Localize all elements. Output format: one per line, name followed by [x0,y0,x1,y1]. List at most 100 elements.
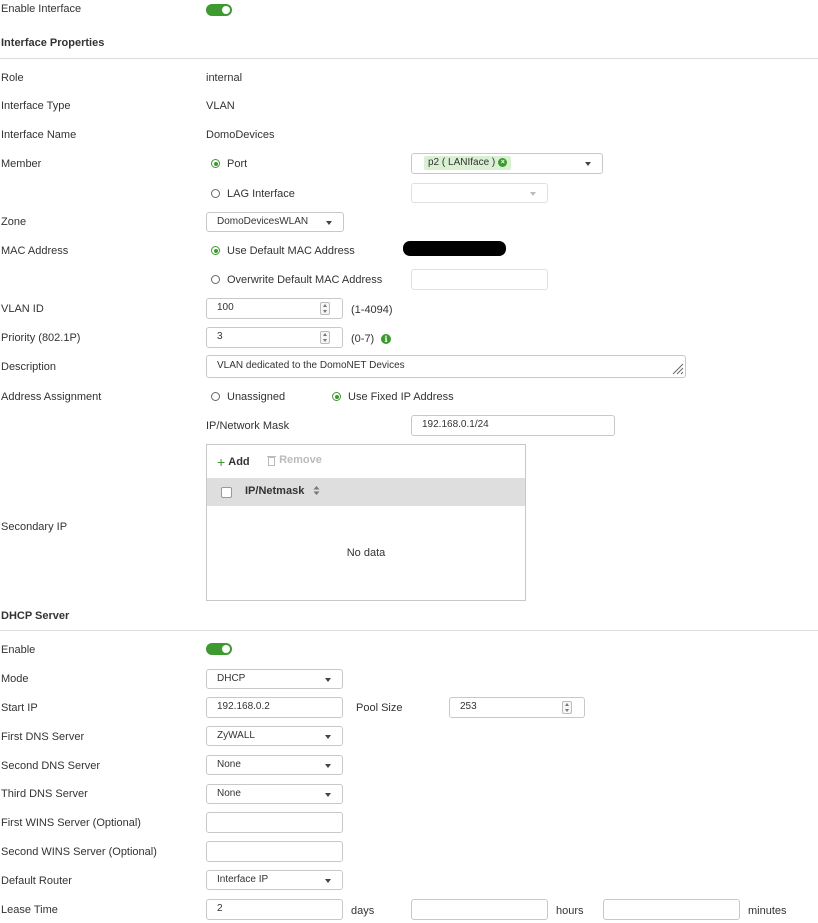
stepper-icon[interactable] [320,331,330,344]
dhcp-enable-label: Enable [1,644,36,656]
start-ip-label: Start IP [1,702,38,714]
chevron-down-icon [325,678,331,682]
stepper-icon[interactable] [320,302,330,315]
vlan-id-hint: (1-4094) [351,304,393,316]
interface-type-value: VLAN [206,100,235,112]
zone-value: DomoDevicesWLAN [217,216,309,227]
mac-default-radio[interactable] [211,246,220,255]
mode-select[interactable]: DHCP [206,669,343,689]
unassigned-label: Unassigned [227,391,286,403]
wins1-input[interactable] [206,812,343,833]
dns2-value: None [217,759,241,770]
enable-interface-toggle[interactable] [206,4,232,16]
pool-size-value: 253 [460,701,477,712]
trash-icon [267,455,276,466]
wins2-label: Second WINS Server (Optional) [1,846,157,858]
lease-hours-label: hours [556,905,584,917]
chevron-down-icon [325,793,331,797]
description-textarea[interactable]: VLAN dedicated to the DomoNET Devices [206,355,686,378]
description-value: VLAN dedicated to the DomoNET Devices [217,360,405,371]
unassigned-radio[interactable] [211,392,220,401]
table-header: IP/Netmask [207,478,525,506]
mac-default-label: Use Default MAC Address [227,245,355,257]
select-all-checkbox[interactable] [221,487,232,498]
resize-handle-icon[interactable] [671,362,684,375]
chevron-down-icon [585,162,591,166]
dns1-label: First DNS Server [1,731,85,743]
sort-icon[interactable] [313,485,320,496]
default-router-value: Interface IP [217,874,269,885]
mac-overwrite-radio[interactable] [211,275,220,284]
dns3-value: None [217,788,241,799]
redacted-mac-value [403,241,506,256]
chevron-down-icon [325,735,331,739]
fixed-ip-label: Use Fixed IP Address [348,391,454,403]
lease-days-input[interactable]: 2 [206,899,343,920]
pool-size-label: Pool Size [356,702,403,714]
stepper-icon[interactable] [562,701,572,714]
lease-days-label: days [351,905,375,917]
interface-name-value: DomoDevices [206,129,275,141]
secondary-ip-label: Secondary IP [1,521,68,533]
priority-hint: (0-7) [351,333,375,345]
address-assignment-label: Address Assignment [1,391,102,403]
info-icon[interactable]: i [381,334,391,344]
secondary-ip-table: + Add Remove IP/Netmask No data [206,444,526,601]
member-lag-radio[interactable] [211,189,220,198]
plus-icon: + [217,454,226,470]
dns1-select[interactable]: ZyWALL [206,726,343,746]
description-label: Description [1,361,57,373]
lease-hours-input[interactable] [411,899,548,920]
dns2-select[interactable]: None [206,755,343,775]
chevron-down-icon [530,192,536,196]
mode-label: Mode [1,673,29,685]
lag-interface-select[interactable] [411,183,548,203]
lease-minutes-label: minutes [748,905,787,917]
dns2-label: Second DNS Server [1,760,101,772]
default-router-label: Default Router [1,875,72,887]
member-lag-label: LAG Interface [227,188,295,200]
priority-input[interactable]: 3 [206,327,343,348]
ip-mask-label: IP/Network Mask [206,420,290,432]
chevron-down-icon [325,879,331,883]
chevron-down-icon [325,764,331,768]
member-port-select[interactable]: p2 ( LANIface ) × [411,153,603,174]
mode-value: DHCP [217,673,246,684]
vlan-id-label: VLAN ID [1,303,44,315]
vlan-id-input[interactable]: 100 [206,298,343,319]
remove-button-label: Remove [279,454,322,467]
member-port-radio[interactable] [211,159,220,168]
pool-size-input[interactable]: 253 [449,697,585,718]
ip-mask-input[interactable]: 192.168.0.1/24 [411,415,615,436]
dhcp-server-title: DHCP Server [1,610,70,622]
empty-table-text: No data [346,547,386,559]
vlan-id-value: 100 [217,302,234,313]
interface-properties-title: Interface Properties [1,37,105,49]
start-ip-input[interactable]: 192.168.0.2 [206,697,343,718]
chevron-down-icon [326,221,332,225]
lease-time-label: Lease Time [1,904,58,916]
priority-value: 3 [217,331,223,342]
section-divider [0,630,818,631]
member-label: Member [1,158,42,170]
zone-label: Zone [1,216,27,228]
zone-select[interactable]: DomoDevicesWLAN [206,212,344,232]
column-header-ip-netmask[interactable]: IP/Netmask [245,485,304,497]
priority-label: Priority (802.1P) [1,332,81,344]
mac-overwrite-input[interactable] [411,269,548,290]
port-tag-label: p2 ( LANIface ) [428,157,496,168]
wins2-input[interactable] [206,841,343,862]
dhcp-enable-toggle[interactable] [206,643,232,655]
lease-minutes-input[interactable] [603,899,740,920]
add-button-label: Add [228,456,250,468]
mac-overwrite-label: Overwrite Default MAC Address [227,274,383,286]
remove-button[interactable]: Remove [267,454,322,466]
remove-tag-icon[interactable]: × [498,157,508,167]
section-divider [0,58,818,59]
mac-address-label: MAC Address [1,245,69,257]
fixed-ip-radio[interactable] [332,392,341,401]
dns3-select[interactable]: None [206,784,343,804]
interface-type-label: Interface Type [1,100,71,112]
add-button[interactable]: + Add [217,454,250,470]
default-router-select[interactable]: Interface IP [206,870,343,890]
